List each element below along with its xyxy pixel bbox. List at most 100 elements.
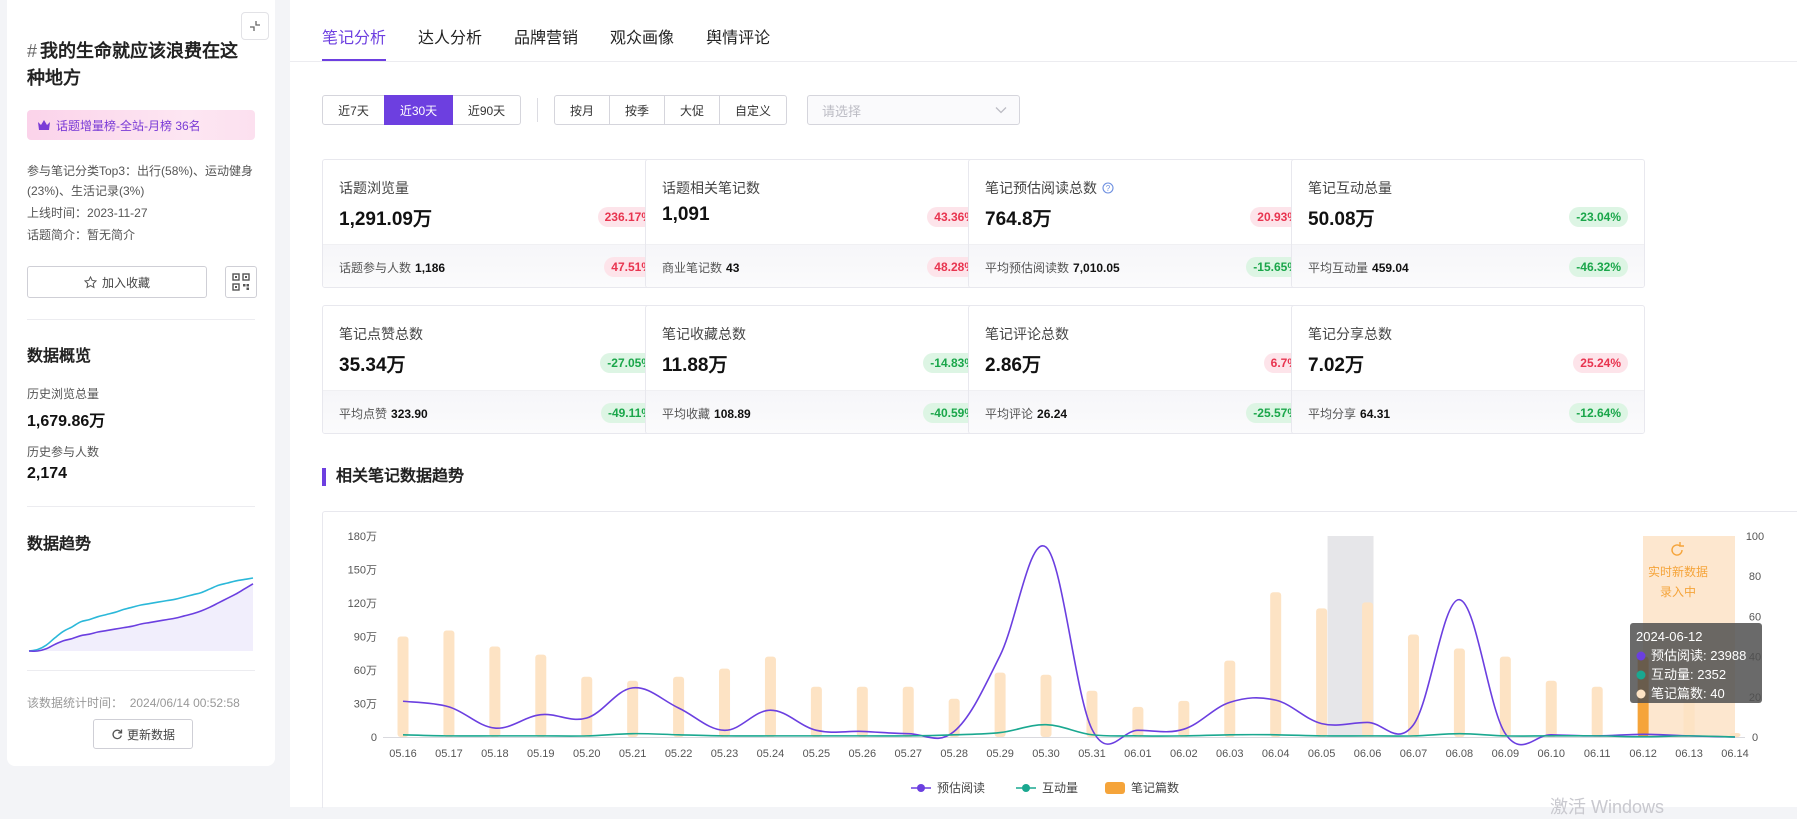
add-favorite-label: 加入收藏 <box>101 275 150 290</box>
intro-label: 话题简介： <box>27 228 88 242</box>
topic-title-block: # 我的生命就应该浪费在这种地方 <box>27 38 252 92</box>
trend-sparkline <box>28 577 254 652</box>
metric-card: 话题浏览量 1,291.09万 236.17% 话题参与人数 1,186 47.51% <box>322 159 676 288</box>
metric-sub: 话题参与人数 1,186 <box>339 259 445 276</box>
bar <box>902 686 914 737</box>
range-7-days-button[interactable]: 近7天 <box>322 95 385 125</box>
metric-sub-value: 26.24 <box>1037 407 1068 421</box>
tab-creator-analysis[interactable]: 达人分析 <box>418 0 482 61</box>
tab-note-analysis[interactable]: 笔记分析 <box>322 0 387 61</box>
x-axis-tick-label: 05.21 <box>619 748 647 760</box>
metric-sub: 商业笔记数 43 <box>662 259 739 276</box>
metric-sub-value: 43 <box>726 261 740 275</box>
metric-value: 50.08万 <box>1308 209 1375 230</box>
tab-bar-divider <box>290 61 1797 62</box>
bar <box>1453 648 1465 737</box>
legend-label: 预估阅读 <box>937 781 985 795</box>
metric-value: 1,091 <box>662 204 710 225</box>
by-month-button[interactable]: 按月 <box>554 95 610 125</box>
tab-brand-marketing[interactable]: 品牌营销 <box>514 0 578 61</box>
legend-item[interactable]: 互动量 <box>1016 781 1078 795</box>
overview-title: 数据概览 <box>27 348 92 365</box>
x-axis-tick-label: 06.07 <box>1400 748 1428 760</box>
metric-sub: 平均收藏 108.89 <box>662 405 751 422</box>
tooltip-dot <box>1636 651 1646 661</box>
metric-card: 笔记评论总数 2.86万 6.7% 平均评论 26.24 -25.57% <box>968 305 1322 434</box>
metric-label: 笔记收藏总数 <box>662 324 746 344</box>
bar <box>1178 700 1190 737</box>
period-select[interactable]: 请选择 <box>807 95 1020 125</box>
qr-code-button[interactable] <box>225 266 257 298</box>
metric-sub: 平均评论 26.24 <box>985 405 1067 422</box>
range-30-days-button[interactable]: 近30天 <box>384 95 453 125</box>
metric-label-text: 笔记点赞总数 <box>339 326 423 342</box>
right-axis-tick-label: 100 <box>1746 531 1764 543</box>
windows-watermark: 激活 Windows <box>1550 797 1665 817</box>
range-90-days-button[interactable]: 近90天 <box>452 95 521 125</box>
metric-label-text: 笔记预估阅读总数 <box>985 180 1097 196</box>
metric-label: 话题浏览量 <box>339 178 409 198</box>
bar <box>1040 674 1052 737</box>
x-axis-tick-label: 06.14 <box>1721 748 1749 760</box>
by-quarter-button[interactable]: 按季 <box>609 95 665 125</box>
series-line <box>402 545 1736 746</box>
metric-sub-label: 平均收藏 <box>662 407 711 421</box>
metric-value: 35.34万 <box>339 355 406 376</box>
qr-code-icon <box>232 273 250 291</box>
divider <box>27 670 255 671</box>
tab-audience-profile[interactable]: 观众画像 <box>610 0 674 61</box>
legend-item[interactable]: 笔记篇数 <box>1105 780 1179 795</box>
online-label: 上线时间： <box>27 206 88 220</box>
metric-value: 764.8万 <box>985 209 1052 230</box>
metric-label: 笔记评论总数 <box>985 324 1069 344</box>
topic-categories: 参与笔记分类Top3：出行(58%)、运动健身(23%)、生活记录(3%) <box>27 164 254 198</box>
bar <box>1545 680 1557 737</box>
metric-label-text: 笔记互动总量 <box>1308 180 1392 196</box>
metric-card: 笔记点赞总数 35.34万 -27.05% 平均点赞 323.90 -49.11% <box>322 305 676 434</box>
x-axis-tick-label: 05.20 <box>573 748 601 760</box>
metric-label: 话题相关笔记数 <box>662 178 760 198</box>
metric-sub-value: 459.04 <box>1372 261 1409 275</box>
topic-online-time: 上线时间：2023-11-27 <box>27 203 262 223</box>
refresh-data-button[interactable]: 更新数据 <box>93 719 193 749</box>
tab-public-opinion[interactable]: 舆情评论 <box>706 0 770 61</box>
tooltip-row: 预估阅读: 23988 <box>1651 648 1746 663</box>
x-axis-tick-label: 05.23 <box>711 748 739 760</box>
bar <box>397 636 409 737</box>
tooltip-dot <box>1636 689 1646 699</box>
stat-time: 该数据统计时间： 2024/06/14 00:52:58 <box>27 694 240 711</box>
trend-chart[interactable]: 030万60万90万120万150万180万020406080100实时新数据录… <box>323 512 1797 808</box>
hash-icon: # <box>27 41 38 61</box>
collapse-button[interactable] <box>241 12 269 40</box>
metric-sub-change-badge: -46.32% <box>1569 257 1628 277</box>
add-favorite-button[interactable]: 加入收藏 <box>27 266 207 298</box>
x-axis-tick-label: 05.25 <box>803 748 831 760</box>
refresh-label: 更新数据 <box>126 727 175 742</box>
x-axis-tick-label: 05.26 <box>849 748 877 760</box>
metric-sub-value: 108.89 <box>714 407 751 421</box>
custom-button[interactable]: 自定义 <box>719 95 787 125</box>
bar <box>994 672 1006 737</box>
right-axis-tick-label: 0 <box>1752 732 1758 744</box>
x-axis-tick-label: 06.13 <box>1675 748 1703 760</box>
legend-item[interactable]: 预估阅读 <box>911 781 985 795</box>
bar <box>1362 602 1374 737</box>
chart-tooltip: 2024-06-12 预估阅读: 23988 互动量: 2352 笔记篇数: 40 <box>1630 623 1762 703</box>
legend-label: 互动量 <box>1042 781 1078 795</box>
big-promo-button[interactable]: 大促 <box>664 95 720 125</box>
metric-sub-label: 平均评论 <box>985 407 1034 421</box>
topic-intro: 话题简介：暂无简介 <box>27 225 262 245</box>
metric-sub-label: 平均预估阅读数 <box>985 261 1070 275</box>
metric-sub-value: 7,010.05 <box>1073 261 1120 275</box>
metric-sub-label: 平均点赞 <box>339 407 388 421</box>
info-icon[interactable]: ? <box>1102 182 1114 194</box>
metric-sub-label: 商业笔记数 <box>662 261 723 275</box>
metric-sub: 平均点赞 323.90 <box>339 405 428 422</box>
metric-sub: 平均互动量 459.04 <box>1308 259 1409 276</box>
rank-badge[interactable]: 话题增量榜-全站-月榜 36名 <box>27 110 255 140</box>
metric-label-text: 话题相关笔记数 <box>662 180 760 196</box>
x-axis-tick-label: 06.04 <box>1262 748 1290 760</box>
realtime-label: 实时新数据 <box>1648 564 1708 579</box>
metric-value: 11.88万 <box>662 355 728 376</box>
chevron-down-icon <box>995 107 1007 114</box>
